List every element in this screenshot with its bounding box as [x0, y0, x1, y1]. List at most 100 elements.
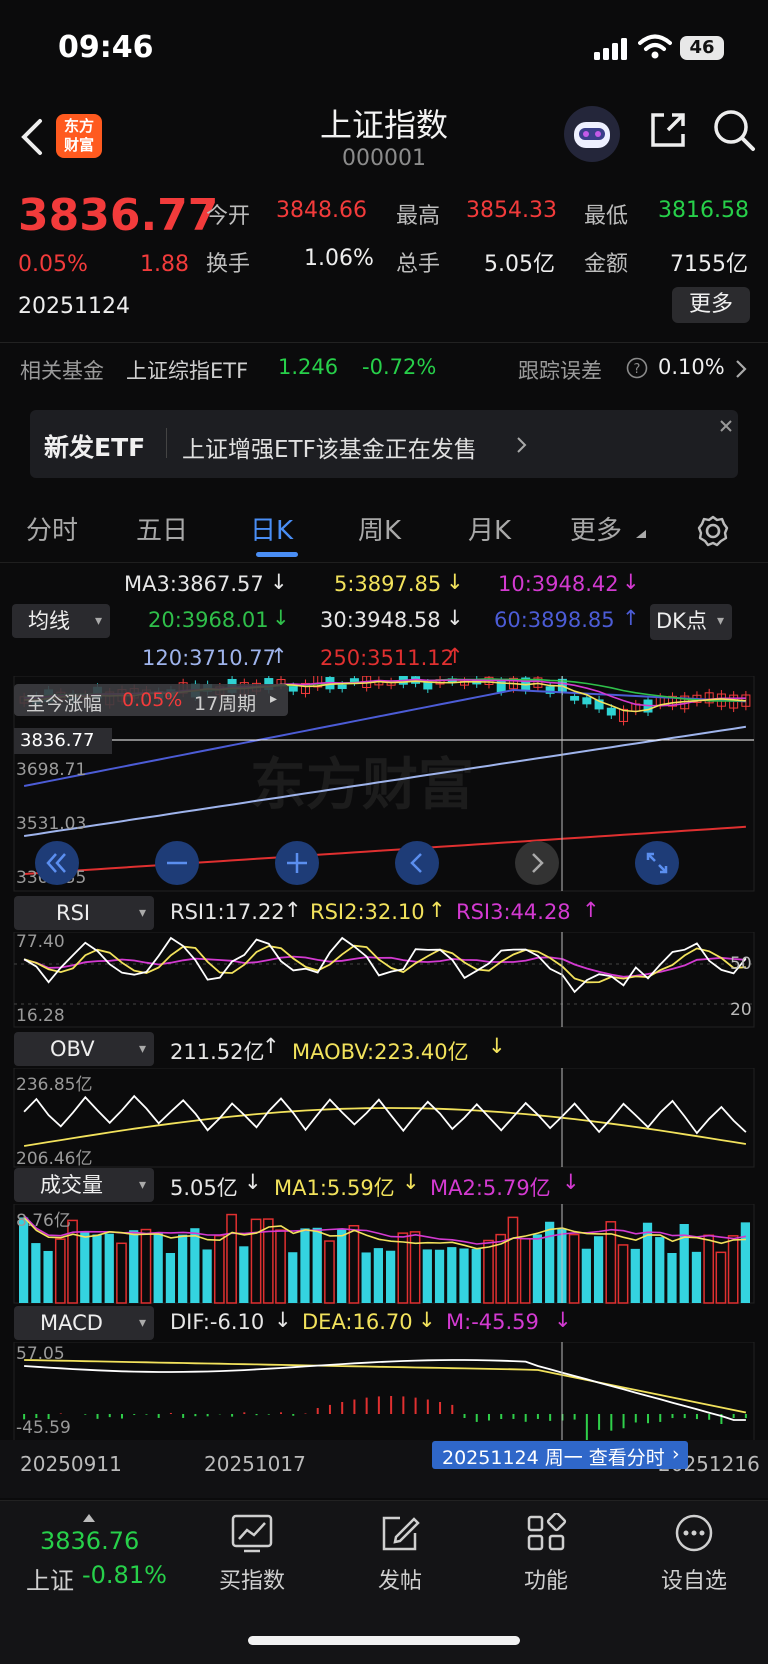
ma30-value: 30:3948.58: [320, 608, 441, 632]
add-watchlist-button[interactable]: 设自选: [634, 1513, 754, 1595]
new-etf-banner[interactable]: 新发ETF 上证增强ETF该基金正在发售: [30, 410, 738, 478]
current-price-tag: 3836.77: [14, 728, 112, 754]
candle-body: [423, 682, 433, 690]
quote-more-button[interactable]: 更多: [672, 287, 750, 323]
volume-bar: [593, 1236, 604, 1303]
zoom-in-button[interactable]: [274, 840, 320, 886]
amount-label: 金额: [584, 252, 629, 277]
obv-frame: [13, 1068, 755, 1168]
maobv-line: [23, 1107, 747, 1147]
volume-bar: [239, 1246, 249, 1303]
obv-axis-min: 206.46亿: [16, 1149, 93, 1169]
ma120-arrow: ↑: [270, 644, 288, 668]
ma60-arrow: ↑: [622, 606, 640, 630]
rsi-axis-max: 77.40: [16, 932, 65, 952]
volume-bar: [568, 1233, 580, 1304]
scroll-start-button[interactable]: [34, 840, 80, 886]
volume-selector[interactable]: 成交量: [14, 1168, 154, 1202]
rsi1-value: RSI1:17.22: [170, 900, 285, 924]
candle-body: [582, 697, 592, 705]
obv-axis-max: 236.85亿: [16, 1075, 93, 1095]
more-dots-icon: [675, 1514, 713, 1552]
ma250-value: 250:3511.12: [320, 646, 454, 670]
volume-bar: [459, 1248, 469, 1303]
tab-more[interactable]: 更多: [570, 510, 622, 547]
status-time: 09:46: [58, 30, 154, 65]
wifi-icon: [638, 34, 672, 59]
volume-bar: [483, 1239, 494, 1304]
help-icon[interactable]: ?: [626, 357, 648, 379]
current-price: 3836.77: [18, 190, 219, 241]
obv-value: 211.52亿: [170, 1040, 265, 1064]
dk-point-button[interactable]: DK点: [650, 604, 732, 640]
kline-axis-1: 3698.71: [16, 760, 87, 780]
close-icon[interactable]: [718, 418, 734, 434]
macd-selector[interactable]: MACD: [14, 1306, 154, 1340]
rsi-frame: [13, 932, 755, 1028]
volume-bar: [288, 1252, 298, 1303]
tab-five-day[interactable]: 五日: [136, 510, 188, 547]
banner-divider: [166, 428, 167, 458]
rsi3-arrow: ↑: [582, 898, 600, 922]
tab-daily-k[interactable]: 日K: [250, 510, 293, 547]
rsi-selector[interactable]: RSI: [14, 896, 154, 930]
functions-button[interactable]: 功能: [486, 1511, 606, 1595]
volume-bar: [202, 1249, 212, 1303]
ma5-arrow: ↓: [446, 570, 464, 594]
rsi-axis-50: 50: [730, 954, 752, 974]
move-left-button[interactable]: [394, 840, 440, 886]
ticker-name: 上证: [26, 1567, 74, 1595]
turnover-value: 1.06%: [304, 246, 374, 271]
volume-bar: [31, 1243, 41, 1303]
open-value: 3848.66: [276, 198, 367, 223]
volume-bar: [300, 1228, 310, 1303]
buy-index-label: 买指数: [218, 1569, 285, 1594]
volume-bar: [373, 1248, 383, 1303]
volume-bar: [581, 1248, 591, 1303]
volume-bar: [92, 1234, 102, 1303]
settings-gear-icon[interactable]: [696, 514, 730, 548]
home-indicator: [248, 1636, 520, 1645]
share-icon[interactable]: [648, 110, 688, 150]
ma120-line: [23, 725, 747, 837]
macd-dif-arrow: ↓: [274, 1308, 292, 1332]
rsi-axis-20: 20: [730, 1000, 752, 1020]
volume-bar: [129, 1230, 139, 1303]
tab-intraday[interactable]: 分时: [26, 510, 78, 547]
obv-arrow: ↑: [262, 1034, 280, 1058]
macd-axis-max: 57.05: [16, 1344, 65, 1364]
search-icon[interactable]: [712, 108, 756, 152]
tab-monthly-k[interactable]: 月K: [468, 510, 511, 547]
range-pct: 0.05%: [122, 689, 183, 711]
cursor-date-button[interactable]: 20251124 周一 查看分时 ›: [432, 1441, 688, 1469]
volume-bar: [43, 1250, 53, 1303]
obv-selector[interactable]: OBV: [14, 1032, 154, 1066]
robot-assistant-icon[interactable]: [562, 104, 622, 164]
amount-value: 7155亿: [670, 252, 748, 277]
ma-selector[interactable]: 均线: [12, 604, 110, 638]
buy-index-button[interactable]: 买指数: [192, 1513, 312, 1595]
volume-bar: [153, 1233, 163, 1303]
ma20-arrow: ↓: [272, 606, 290, 630]
volume-value: 5.05亿: [484, 252, 555, 277]
tab-weekly-k[interactable]: 周K: [358, 510, 401, 547]
candle-body: [606, 707, 616, 716]
ma10-arrow: ↓: [622, 570, 640, 594]
volume-bar: [165, 1252, 176, 1303]
candle-body: [349, 678, 359, 683]
high-label: 最高: [396, 204, 441, 229]
zoom-out-button[interactable]: [154, 840, 200, 886]
fund-label: 相关基金: [20, 359, 104, 383]
quote-date: 20251124: [18, 294, 130, 319]
active-tab-underline: [256, 552, 298, 557]
status-bar: 09:46 46: [0, 0, 768, 96]
vol-axis-max: 8.76亿: [16, 1211, 71, 1231]
volume-bar: [727, 1235, 739, 1304]
related-fund-row[interactable]: 相关基金 上证综指ETF 1.246 -0.72% 跟踪误差 ? 0.10%: [0, 342, 768, 395]
fullscreen-button[interactable]: [634, 840, 680, 886]
cellular-signal-icon: [594, 38, 627, 60]
move-right-button[interactable]: [514, 840, 560, 886]
post-button[interactable]: 发帖: [340, 1513, 460, 1595]
add-watchlist-label: 设自选: [660, 1569, 727, 1594]
range-change-box[interactable]: 至今涨幅 0.05% 17周期 ▸: [14, 684, 288, 716]
